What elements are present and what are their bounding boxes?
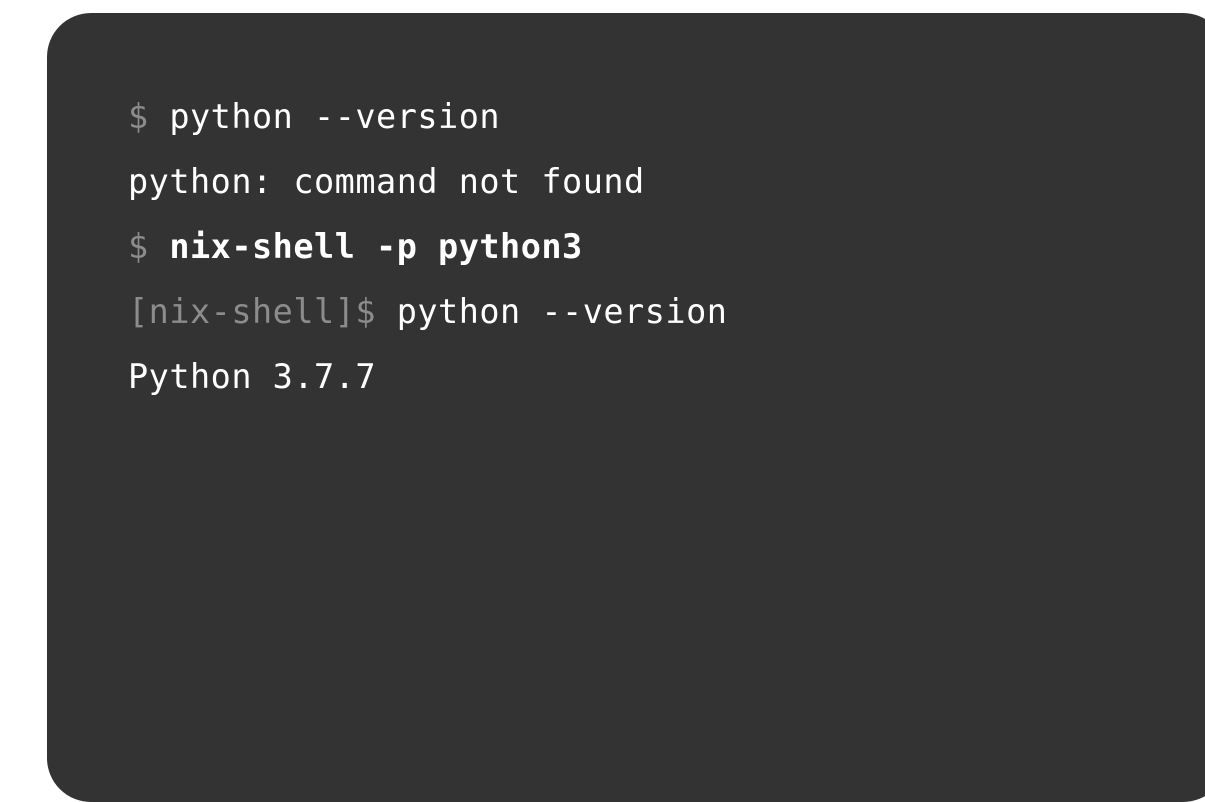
terminal-output: Python 3.7.7 bbox=[128, 357, 377, 396]
terminal-prompt: $ bbox=[128, 227, 170, 266]
terminal-prompt: [nix-shell]$ bbox=[128, 292, 397, 331]
terminal-output: python: command not found bbox=[128, 162, 645, 201]
terminal-line-output: Python 3.7.7 bbox=[128, 360, 1205, 426]
terminal-command: nix-shell -p python3 bbox=[169, 227, 583, 266]
terminal-window: $ python --version python: command not f… bbox=[47, 13, 1205, 802]
terminal-line-output: python: command not found bbox=[128, 165, 1205, 231]
terminal-line-command: $ nix-shell -p python3 bbox=[128, 230, 1205, 296]
terminal-line-command: $ python --version bbox=[128, 100, 1205, 166]
terminal-prompt: $ bbox=[128, 97, 170, 136]
terminal-line-command: [nix-shell]$ python --version bbox=[128, 295, 1205, 361]
terminal-command: python --version bbox=[169, 97, 501, 136]
terminal-command: python --version bbox=[396, 292, 728, 331]
